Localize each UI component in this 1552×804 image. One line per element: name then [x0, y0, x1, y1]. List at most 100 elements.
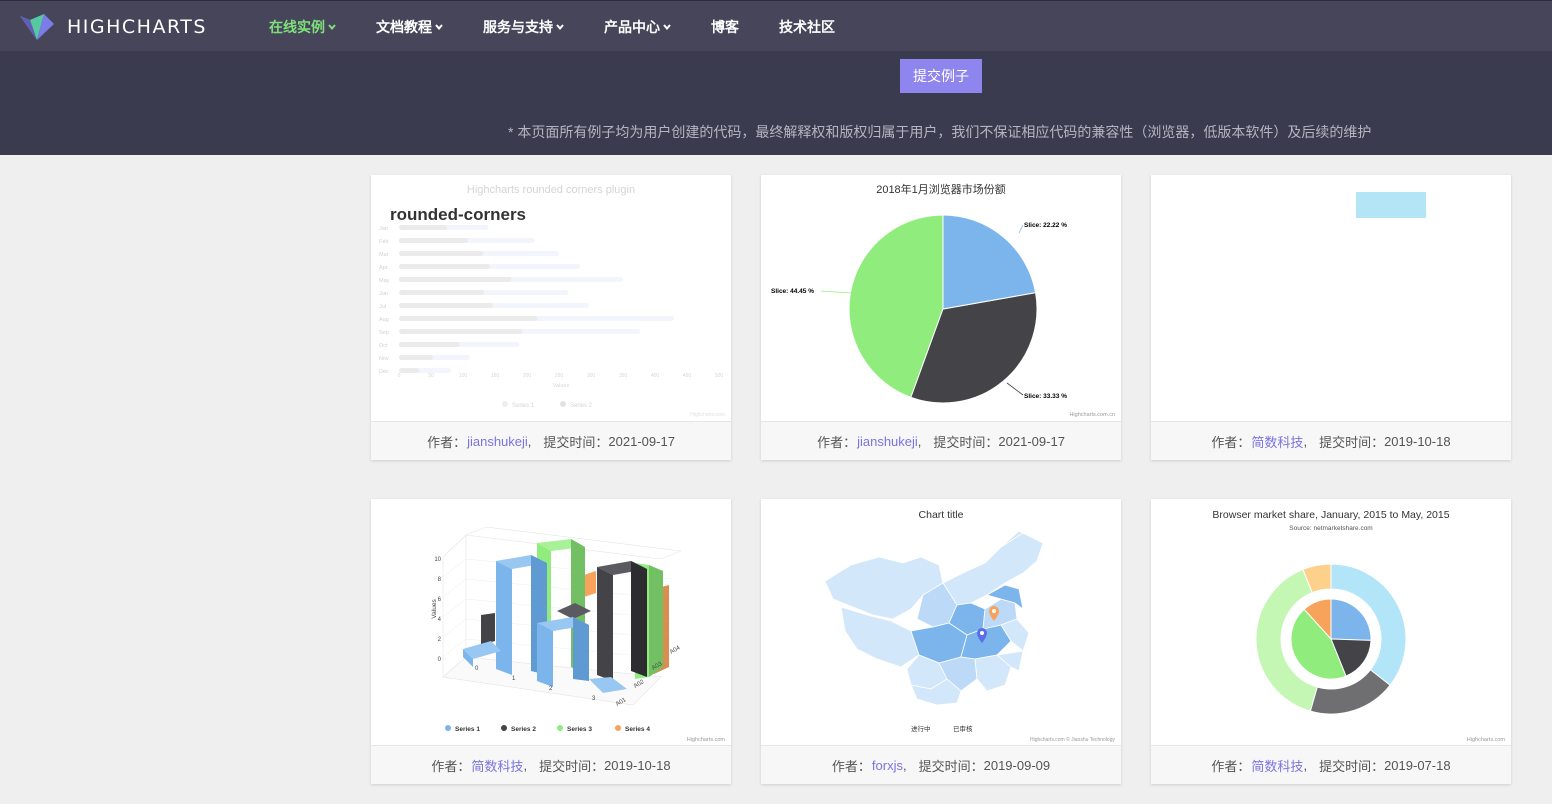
example-card[interactable]: 2018年1月浏览器市场份额 Slice: 22.22 % Slice: 33.…	[761, 175, 1121, 460]
china-map: Chart title 进行中 已审核 Highcharts.com © Jia…	[824, 509, 1115, 743]
example-card[interactable]: Browser market share, January, 2015 to M…	[1151, 499, 1511, 784]
bar-series-1	[399, 238, 469, 243]
nav-item-examples[interactable]: 在线实例	[269, 17, 336, 37]
example-card[interactable]: 10 8 6 4 2 0 Values 0 1 2 3 A01 A02 A03 …	[371, 499, 731, 784]
nav-item-label: 服务与支持	[483, 18, 553, 35]
chart-subtitle: Source: netmarketshare.com	[1289, 525, 1372, 532]
nav-item-services[interactable]: 服务与支持	[483, 17, 564, 37]
label-connector	[1018, 224, 1024, 234]
author-link[interactable]: jianshukeji	[857, 434, 918, 449]
legend-symbol	[560, 401, 566, 407]
category-tick: Sep	[379, 330, 389, 336]
slice-label: Slice: 44.45 %	[771, 288, 814, 295]
legend-item: Series 1	[512, 403, 535, 409]
bar-series-1	[399, 368, 420, 373]
depth-tick: A04	[669, 645, 682, 656]
label-connector	[820, 290, 852, 294]
chevron-down-icon	[328, 23, 336, 31]
legend-item: Series 1	[455, 726, 480, 733]
main-menu: 在线实例 文档教程 服务与支持 产品中心 博客 技术社区	[269, 1, 875, 52]
author-prefix: 作者：	[1211, 434, 1251, 450]
slice-label: Slice: 33.33 %	[1024, 393, 1067, 400]
author-link[interactable]: 简数科技	[1251, 756, 1303, 775]
example-card[interactable]: 作者： 简数科技 , 提交时间： 2019-10-18	[1151, 175, 1511, 460]
author-link[interactable]: 简数科技	[1251, 432, 1303, 451]
card-meta: 作者： jianshukeji , 提交时间： 2021-09-17	[371, 421, 731, 460]
x-tick: 350	[619, 373, 628, 379]
submit-time: 2019-10-18	[604, 757, 671, 773]
nav-item-label: 文档教程	[376, 18, 432, 35]
author-prefix: 作者：	[831, 758, 871, 774]
x-tick: 200	[523, 373, 532, 379]
author-prefix: 作者：	[431, 758, 471, 774]
x-tick: 500	[715, 373, 724, 379]
bar-series-1	[399, 355, 433, 360]
example-card[interactable]: Chart title 进行中 已审核 Highcharts.com © Jia…	[761, 499, 1121, 784]
card-meta: 作者： jianshukeji , 提交时间： 2021-09-17	[761, 421, 1121, 460]
card-meta: 作者： 简数科技 , 提交时间： 2019-10-18	[371, 745, 731, 784]
y-tick: 0	[438, 657, 442, 663]
x-tick: 50	[428, 373, 434, 379]
author-link[interactable]: jianshukeji	[467, 434, 528, 449]
bar-series-1	[399, 303, 494, 308]
card-thumbnail[interactable]	[1151, 175, 1511, 421]
chevron-down-icon	[556, 23, 564, 31]
highcharts-logo-icon	[20, 14, 54, 40]
y-axis-label: Values	[431, 599, 438, 619]
category-tick: Aug	[379, 317, 389, 323]
bar-series-1	[399, 277, 512, 282]
y-tick: 8	[438, 577, 442, 583]
x-tick: 0	[398, 373, 401, 379]
legend-item: 已审核	[953, 724, 973, 733]
brand-name: HIGHCHARTS	[67, 16, 207, 38]
bar-series-1	[399, 290, 485, 295]
chevron-down-icon	[435, 23, 443, 31]
card-thumbnail[interactable]: 10 8 6 4 2 0 Values 0 1 2 3 A01 A02 A03 …	[371, 499, 731, 745]
disclaimer-text: * 本页面所有例子均为用户创建的代码，最终解释权和版权归属于用户，我们不保证相应…	[508, 124, 1372, 140]
card-thumbnail[interactable]: Browser market share, January, 2015 to M…	[1151, 499, 1511, 745]
chart-title: Browser market share, January, 2015 to M…	[1212, 509, 1449, 521]
category-tick: Mar	[379, 252, 389, 258]
x-tick: 100	[459, 373, 468, 379]
slice-label: Slice: 22.22 %	[1024, 222, 1067, 229]
category-tick: Nov	[379, 356, 389, 362]
nav-item-products[interactable]: 产品中心	[604, 17, 671, 37]
author-link[interactable]: 简数科技	[471, 756, 523, 775]
nav-item-blog[interactable]: 博客	[711, 17, 739, 37]
time-prefix: 提交时间：	[539, 758, 605, 774]
category-tick: Jul	[379, 304, 386, 310]
card-thumbnail[interactable]: Highcharts rounded corners plugin Jan Feb…	[371, 175, 731, 421]
bar-series-1	[399, 251, 484, 256]
chart-title: Chart title	[919, 509, 964, 521]
author-link[interactable]: forxjs	[872, 758, 903, 773]
label-connector	[1006, 382, 1024, 396]
submit-example-button[interactable]: 提交例子	[900, 59, 982, 93]
card-thumbnail[interactable]: 2018年1月浏览器市场份额 Slice: 22.22 % Slice: 33.…	[761, 175, 1121, 421]
separator: ,	[527, 433, 532, 449]
nav-item-docs[interactable]: 文档教程	[376, 17, 443, 37]
separator: ,	[1303, 433, 1308, 449]
legend-item: Series 2	[570, 403, 593, 409]
3d-column-chart: 10 8 6 4 2 0 Values 0 1 2 3 A01 A02 A03 …	[431, 526, 725, 743]
pie-slice[interactable]	[942, 214, 1037, 310]
card-thumbnail[interactable]: Chart title 进行中 已审核 Highcharts.com © Jia…	[761, 499, 1121, 745]
category-tick: May	[379, 278, 390, 284]
card-meta: 作者： 简数科技 , 提交时间： 2019-07-18	[1151, 745, 1511, 784]
author-prefix: 作者：	[427, 434, 467, 450]
pie-chart: 2018年1月浏览器市场份额 Slice: 22.22 % Slice: 33.…	[771, 182, 1115, 418]
time-prefix: 提交时间：	[1319, 758, 1385, 774]
donut-slice[interactable]	[1330, 598, 1372, 641]
y-tick: 2	[438, 637, 442, 643]
brand-logo[interactable]: HIGHCHARTS	[18, 10, 228, 44]
category-tick: Jan	[379, 226, 388, 232]
bar-series-1	[399, 264, 490, 269]
example-card[interactable]: Highcharts rounded corners plugin Jan Feb…	[371, 175, 731, 460]
legend-item: Series 4	[625, 726, 650, 733]
nav-item-community[interactable]: 技术社区	[779, 17, 835, 37]
bar-series-1	[399, 316, 538, 321]
x-tick: 150	[491, 373, 500, 379]
bar-series-1	[399, 225, 447, 230]
example-title: rounded-corners	[390, 205, 527, 224]
top-nav: HIGHCHARTS 在线实例 文档教程 服务与支持 产品中心 博客 技术社区	[0, 0, 1552, 51]
time-prefix: 提交时间：	[918, 758, 984, 774]
